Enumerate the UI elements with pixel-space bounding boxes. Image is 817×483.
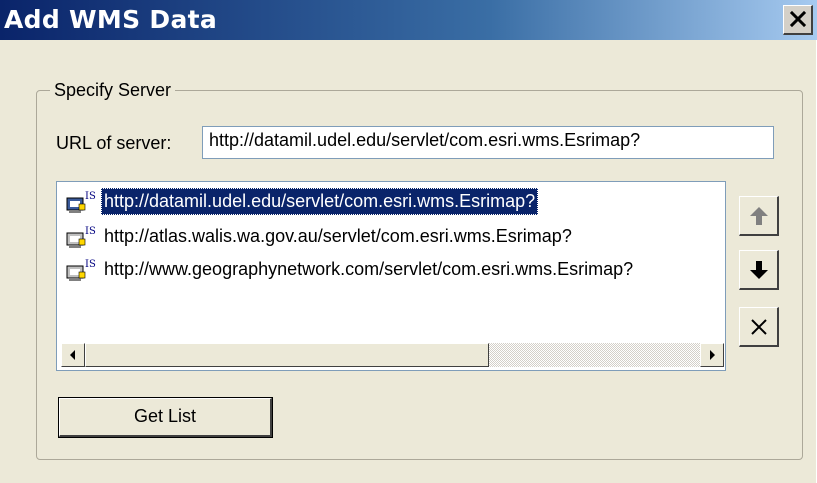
horizontal-scrollbar[interactable] (61, 343, 724, 367)
add-wms-data-dialog: Add WMS Data Specify Server URL of serve… (0, 0, 817, 483)
svg-text:IS: IS (85, 259, 96, 270)
server-url: http://datamil.udel.edu/servlet/com.esri… (101, 188, 539, 215)
delete-button[interactable] (739, 307, 779, 347)
delete-x-icon (751, 319, 767, 335)
server-url: http://atlas.walis.wa.gov.au/servlet/com… (104, 226, 572, 246)
scroll-right-icon (710, 350, 715, 360)
svg-text:IS: IS (85, 226, 96, 237)
wms-server-icon: IS (66, 259, 96, 281)
move-up-button[interactable] (739, 196, 779, 236)
close-button[interactable] (783, 5, 813, 35)
wms-server-icon: IS (66, 226, 96, 248)
scroll-left-button[interactable] (61, 343, 85, 367)
window-title: Add WMS Data (4, 5, 218, 34)
get-list-button[interactable]: Get List (58, 397, 273, 438)
arrow-up-icon (750, 207, 768, 225)
move-down-button[interactable] (739, 250, 779, 290)
scroll-thumb[interactable] (85, 343, 489, 367)
group-label: Specify Server (50, 78, 176, 102)
scroll-left-icon (70, 350, 75, 360)
wms-server-icon: IS (66, 191, 96, 213)
arrow-down-icon (750, 261, 768, 279)
server-url: http://www.geographynetwork.com/servlet/… (104, 259, 634, 279)
svg-text:IS: IS (85, 191, 96, 202)
url-input[interactable]: http://datamil.udel.edu/servlet/com.esri… (202, 126, 774, 159)
scroll-right-button[interactable] (700, 343, 724, 367)
scroll-track[interactable] (85, 343, 700, 367)
title-bar[interactable]: Add WMS Data (0, 0, 817, 40)
url-label: URL of server: (56, 133, 172, 153)
close-icon (789, 10, 807, 28)
